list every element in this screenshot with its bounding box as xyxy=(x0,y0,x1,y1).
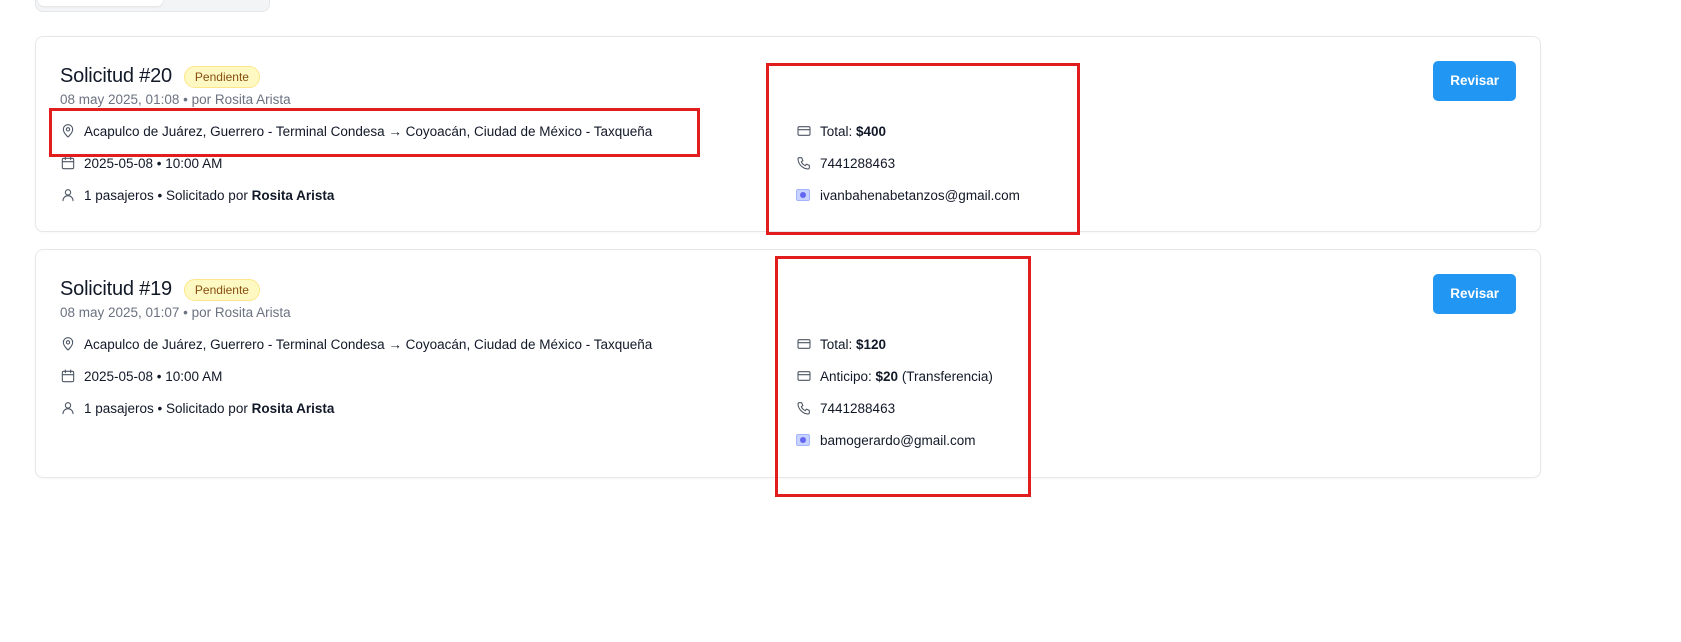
request-card: Solicitud #19 Pendiente 08 may 2025, 01:… xyxy=(35,249,1541,478)
total-amount: $120 xyxy=(856,336,887,352)
total-text: Total: $400 xyxy=(820,124,886,139)
passengers-text: 1 pasajeros • Solicitado por Rosita Aris… xyxy=(84,401,334,416)
passengers-row: 1 pasajeros • Solicitado por Rosita Aris… xyxy=(60,398,652,418)
requester-name: Rosita Arista xyxy=(251,187,335,203)
trip-details: Acapulco de Juárez, Guerrero - Terminal … xyxy=(60,121,652,217)
route-row: Acapulco de Juárez, Guerrero - Terminal … xyxy=(60,121,652,141)
review-button[interactable]: Revisar xyxy=(1433,61,1516,101)
email-row: bamogerardo@gmail.com xyxy=(796,430,993,450)
total-row: Total: $120 xyxy=(796,334,993,354)
credit-card-icon xyxy=(796,368,812,384)
phone-icon xyxy=(796,400,812,416)
passengers-row: 1 pasajeros • Solicitado por Rosita Aris… xyxy=(60,185,652,205)
email-image-icon xyxy=(796,187,812,203)
deposit-label: Anticipo: xyxy=(820,368,876,384)
phone-icon xyxy=(796,155,812,171)
route-row: Acapulco de Juárez, Guerrero - Terminal … xyxy=(60,334,652,354)
calendar-icon xyxy=(60,155,76,171)
total-amount: $400 xyxy=(856,123,887,139)
deposit-amount: $20 xyxy=(875,368,899,384)
payment-contact: Total: $120 Anticipo: $20 (Transferencia… xyxy=(796,334,993,462)
route-text: Acapulco de Juárez, Guerrero - Terminal … xyxy=(84,123,653,139)
deposit-row: Anticipo: $20 (Transferencia) xyxy=(796,366,993,386)
phone-row: 7441288463 xyxy=(796,398,993,418)
deposit-method: (Transferencia) xyxy=(898,368,993,384)
card-meta: 08 may 2025, 01:08 • por Rosita Arista xyxy=(60,92,291,107)
calendar-icon xyxy=(60,368,76,384)
tabs-bar xyxy=(35,0,270,12)
status-badge: Pendiente xyxy=(183,278,260,301)
passengers-prefix: 1 pasajeros • Solicitado por xyxy=(84,187,252,203)
credit-card-icon xyxy=(796,336,812,352)
requester-name: Rosita Arista xyxy=(251,400,335,416)
phone-text: 7441288463 xyxy=(820,400,896,416)
email-text: ivanbahenabetanzos@gmail.com xyxy=(820,187,1020,203)
email-image-icon xyxy=(796,432,812,448)
phone-text: 7441288463 xyxy=(820,155,896,171)
total-label: Total: xyxy=(820,123,857,139)
user-icon xyxy=(60,400,76,416)
tab-active[interactable] xyxy=(38,0,163,6)
datetime-row: 2025-05-08 • 10:00 AM xyxy=(60,153,652,173)
total-text: Total: $120 xyxy=(820,337,886,352)
status-badge: Pendiente xyxy=(183,65,260,88)
user-icon xyxy=(60,187,76,203)
datetime-text: 2025-05-08 • 10:00 AM xyxy=(84,368,223,384)
card-meta: 08 may 2025, 01:07 • por Rosita Arista xyxy=(60,305,291,320)
card-title: Solicitud #19 xyxy=(60,278,172,300)
trip-details: Acapulco de Juárez, Guerrero - Terminal … xyxy=(60,334,652,430)
total-label: Total: xyxy=(820,336,857,352)
page: Solicitud #20 Pendiente 08 may 2025, 01:… xyxy=(0,0,1681,642)
email-text: bamogerardo@gmail.com xyxy=(820,432,976,448)
request-card: Solicitud #20 Pendiente 08 may 2025, 01:… xyxy=(35,36,1541,232)
datetime-row: 2025-05-08 • 10:00 AM xyxy=(60,366,652,386)
deposit-text: Anticipo: $20 (Transferencia) xyxy=(820,369,993,384)
phone-row: 7441288463 xyxy=(796,153,1020,173)
email-row: ivanbahenabetanzos@gmail.com xyxy=(796,185,1020,205)
total-row: Total: $400 xyxy=(796,121,1020,141)
map-pin-icon xyxy=(60,123,76,139)
review-button[interactable]: Revisar xyxy=(1433,274,1516,314)
card-header: Solicitud #20 Pendiente xyxy=(60,65,260,88)
passengers-text: 1 pasajeros • Solicitado por Rosita Aris… xyxy=(84,188,334,203)
map-pin-icon xyxy=(60,336,76,352)
passengers-prefix: 1 pasajeros • Solicitado por xyxy=(84,400,252,416)
datetime-text: 2025-05-08 • 10:00 AM xyxy=(84,155,223,171)
credit-card-icon xyxy=(796,123,812,139)
payment-contact: Total: $400 7441288463 ivanbahenabetanzo… xyxy=(796,121,1020,217)
route-text: Acapulco de Juárez, Guerrero - Terminal … xyxy=(84,336,653,352)
card-header: Solicitud #19 Pendiente xyxy=(60,278,260,301)
card-title: Solicitud #20 xyxy=(60,65,172,87)
